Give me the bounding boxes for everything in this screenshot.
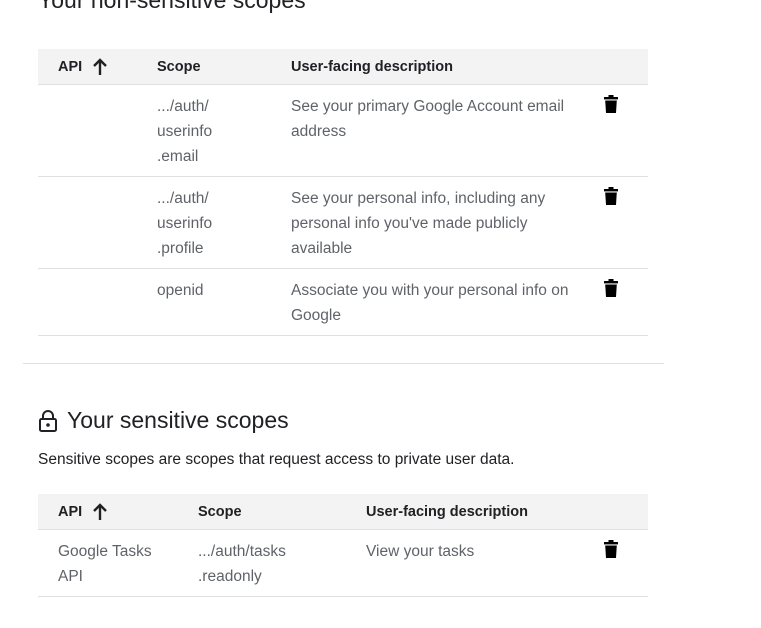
- section-divider: [23, 363, 664, 364]
- delete-cell: [604, 529, 648, 597]
- api-column-label: API: [58, 58, 83, 75]
- delete-cell: [604, 268, 648, 336]
- sensitive-scopes-description: Sensitive scopes are scopes that request…: [38, 451, 515, 468]
- api-cell: [38, 84, 157, 177]
- sensitive-scopes-title-text: Your sensitive scopes: [67, 407, 289, 433]
- api-column-header[interactable]: API: [38, 49, 157, 85]
- trash-icon[interactable]: [604, 187, 618, 205]
- arrow-up-icon[interactable]: [92, 502, 108, 521]
- sensitive-scopes-table: API Scope User-facing description Google…: [38, 494, 648, 597]
- non-sensitive-scopes-table: API Scope User-facing description .../au…: [38, 49, 648, 336]
- table-row: openid Associate you with your personal …: [38, 268, 648, 336]
- api-cell: Google Tasks API: [38, 529, 198, 597]
- description-cell: View your tasks: [366, 529, 604, 597]
- trash-icon[interactable]: [604, 540, 618, 558]
- table-header-row: API Scope User-facing description: [38, 49, 648, 85]
- scope-cell: openid: [157, 268, 291, 336]
- scope-cell: .../auth/ userinfo .email: [157, 84, 291, 177]
- description-column-header[interactable]: User-facing description: [291, 49, 604, 85]
- delete-cell: [604, 176, 648, 269]
- scope-cell: .../auth/tasks .readonly: [198, 529, 366, 597]
- non-sensitive-scopes-title: Your non-sensitive scopes: [38, 0, 306, 13]
- sensitive-scopes-title: Your sensitive scopes: [38, 407, 289, 434]
- scope-column-header[interactable]: Scope: [198, 494, 366, 530]
- description-cell: See your personal info, including any pe…: [291, 176, 604, 269]
- arrow-up-icon[interactable]: [92, 57, 108, 76]
- table-row: .../auth/ userinfo .profile See your per…: [38, 176, 648, 269]
- description-column-header[interactable]: User-facing description: [366, 494, 604, 530]
- actions-column-header: [604, 49, 648, 85]
- trash-icon[interactable]: [604, 95, 618, 113]
- trash-icon[interactable]: [604, 279, 618, 297]
- table-header-row: API Scope User-facing description: [38, 494, 648, 530]
- api-cell: [38, 268, 157, 336]
- api-column-label: API: [58, 503, 83, 520]
- scope-cell: .../auth/ userinfo .profile: [157, 176, 291, 269]
- table-row: Google Tasks API .../auth/tasks .readonl…: [38, 529, 648, 597]
- actions-column-header: [604, 494, 648, 530]
- table-row: .../auth/ userinfo .email See your prima…: [38, 84, 648, 177]
- api-column-header[interactable]: API: [38, 494, 198, 530]
- scope-column-header[interactable]: Scope: [157, 49, 291, 85]
- description-cell: Associate you with your personal info on…: [291, 268, 604, 336]
- api-cell: [38, 176, 157, 269]
- description-cell: See your primary Google Account email ad…: [291, 84, 604, 177]
- lock-icon: [39, 409, 57, 432]
- delete-cell: [604, 84, 648, 177]
